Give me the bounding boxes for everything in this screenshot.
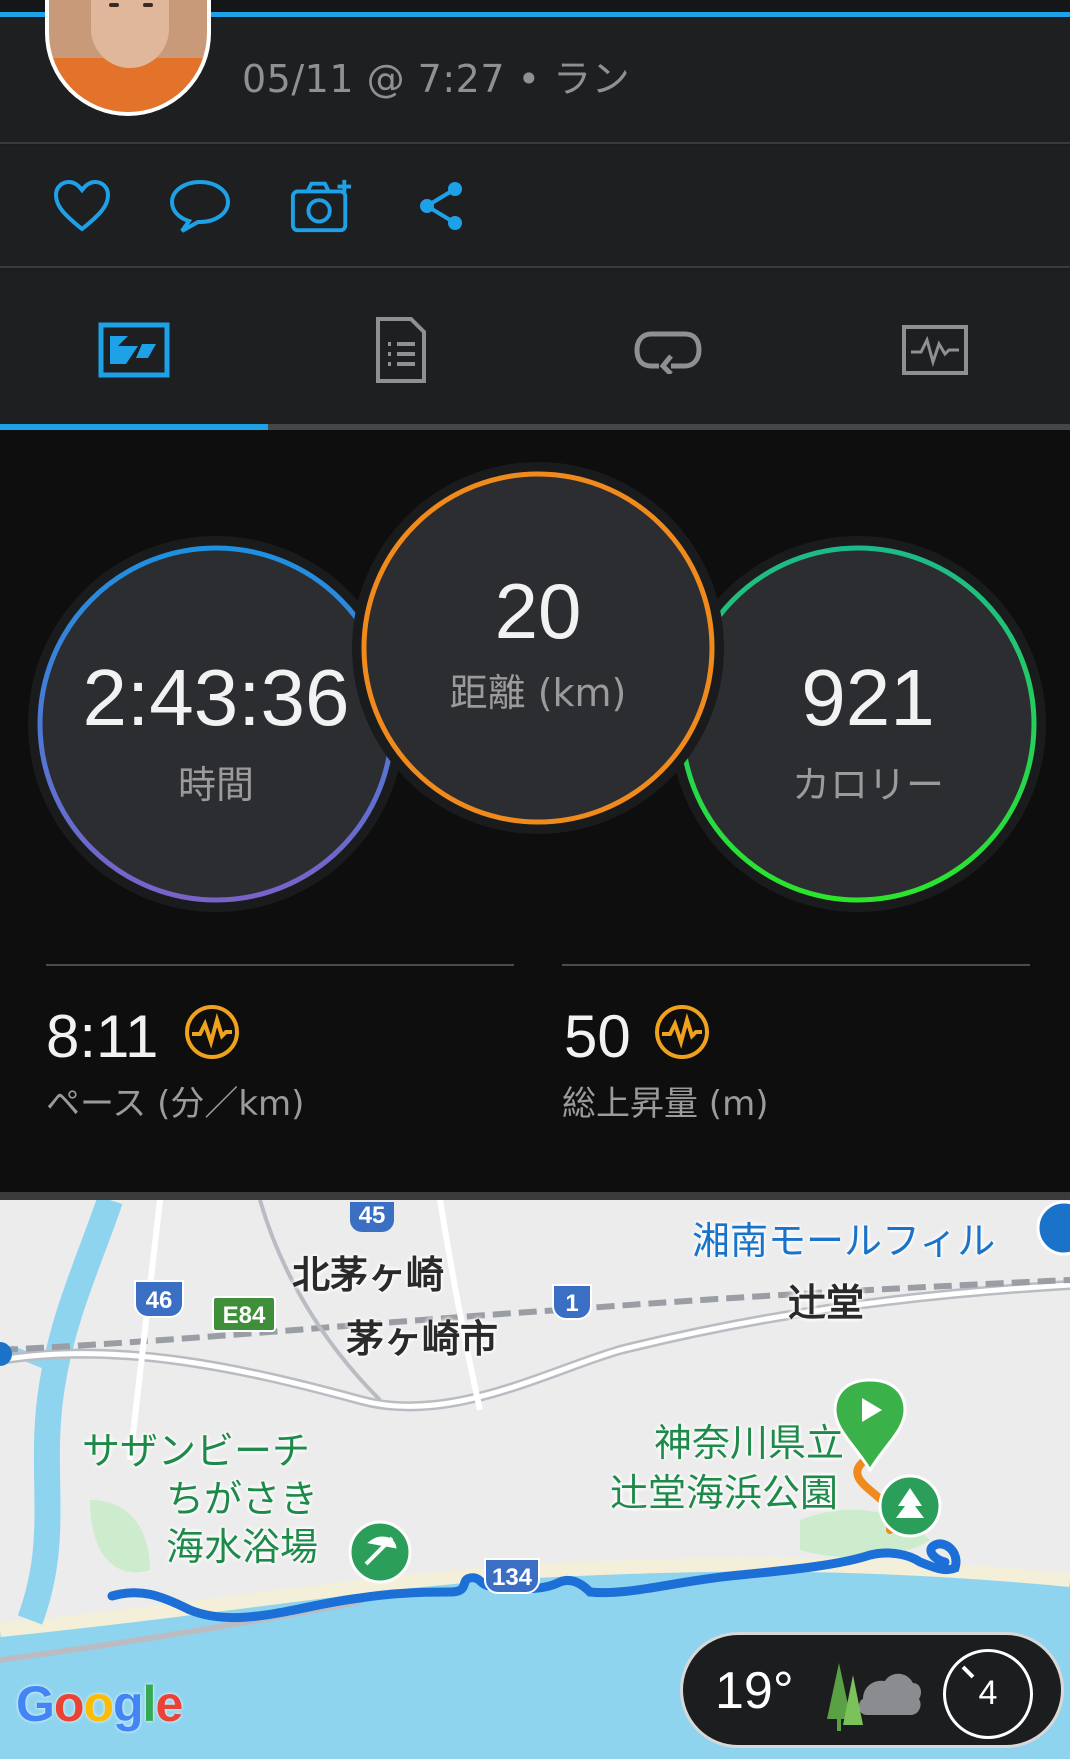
time-value: 2:43:36: [82, 653, 350, 742]
tab-summary[interactable]: [0, 270, 267, 430]
time-ring: 2:43:36 時間: [26, 534, 406, 914]
map-label-beach-3: 海水浴場: [166, 1525, 319, 1569]
performance-icon[interactable]: [184, 1004, 240, 1060]
comment-icon[interactable]: [168, 174, 232, 238]
map-label-beach-1: サザンビーチ: [82, 1429, 311, 1473]
route-shield-45: 45: [350, 1202, 394, 1232]
route-shield-e84: E84: [212, 1296, 276, 1332]
summary-icon: [98, 322, 169, 378]
pace-label: ペース (分／km): [46, 1084, 305, 1124]
share-icon[interactable]: [410, 174, 474, 238]
google-logo: Google: [16, 1676, 183, 1732]
distance-value: 20: [494, 567, 582, 655]
activity-header: 05/11 @ 7:27 • ラン: [0, 0, 1070, 144]
avatar[interactable]: [45, 0, 211, 116]
document-icon: [375, 317, 426, 383]
distance-label: 距離 (km): [449, 671, 627, 715]
heart-icon[interactable]: [50, 174, 114, 238]
map-label-park-1: 神奈川県立: [654, 1421, 845, 1465]
map-label-tsujido: 辻堂: [788, 1281, 865, 1325]
laps-icon: [633, 331, 702, 374]
pace-divider: [46, 964, 514, 966]
distance-ring: 20 距離 (km): [350, 460, 726, 836]
social-actions: [0, 146, 1070, 268]
time-label: 時間: [177, 763, 254, 807]
performance-icon[interactable]: [654, 1004, 710, 1060]
tab-laps[interactable]: [534, 270, 801, 430]
map-separator: [0, 1192, 1070, 1200]
tab-details[interactable]: [267, 270, 534, 430]
map-label-shonan-mall: 湘南モールフィル: [692, 1219, 996, 1263]
stats-panel: 2:43:36 時間 921 カロリー 20 距離 (km) 8:11 ペース …: [0, 430, 1070, 1192]
forest-cloud-icon: [827, 1663, 921, 1731]
weather-temperature: 19°: [715, 1662, 794, 1720]
map-label-kita-chigasaki: 北茅ヶ崎: [292, 1253, 445, 1297]
chart-icon: [901, 325, 968, 375]
wind-speed: 4: [978, 1674, 998, 1712]
map-label-beach-2: ちがさき: [166, 1477, 319, 1521]
elevation-label: 総上昇量 (m): [562, 1084, 769, 1124]
route-shield-134: 134: [484, 1558, 540, 1594]
camera-plus-icon[interactable]: [290, 174, 354, 238]
tab-charts[interactable]: [801, 270, 1068, 430]
weather-widget[interactable]: 19° 4: [680, 1632, 1064, 1748]
activity-tabs: [0, 270, 1070, 430]
map-label-chigasaki-city: 茅ヶ崎市: [346, 1317, 499, 1361]
elevation-value: 50: [564, 1003, 631, 1070]
route-shield-1: 1: [552, 1284, 592, 1320]
route-shield-46: 46: [134, 1280, 184, 1318]
activity-meta: 05/11 @ 7:27 • ラン: [242, 57, 631, 101]
pace-value: 8:11: [46, 1003, 159, 1070]
elevation-divider: [562, 964, 1030, 966]
wind-indicator: 4: [943, 1649, 1033, 1739]
map-label-park-2: 辻堂海浜公園: [610, 1471, 839, 1515]
